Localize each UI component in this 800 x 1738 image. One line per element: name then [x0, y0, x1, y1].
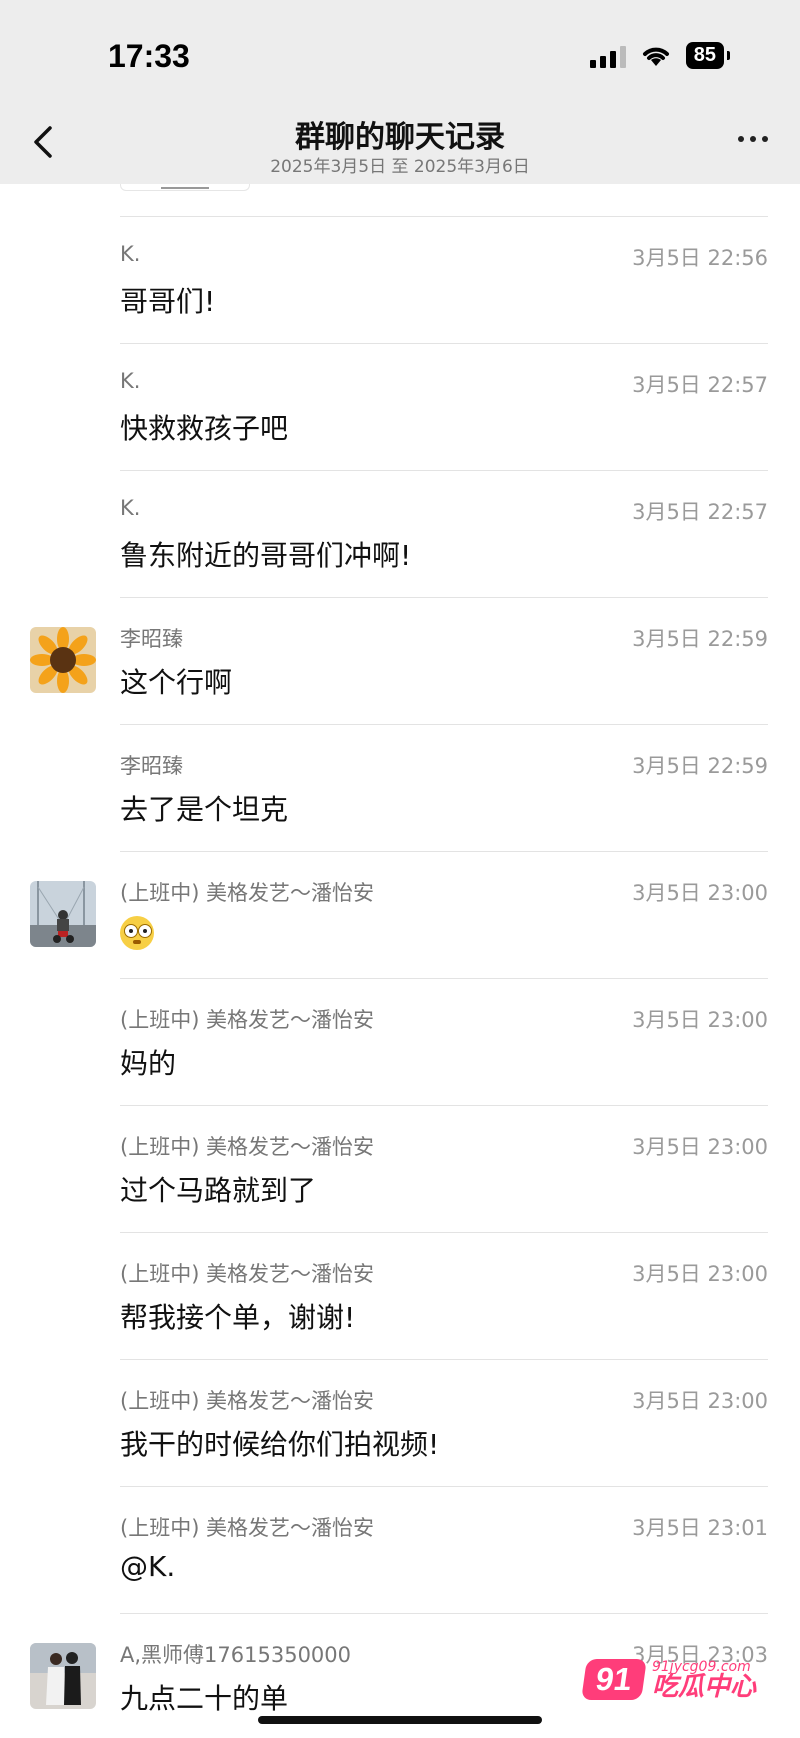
divider: [120, 724, 768, 725]
message-time: 3月5日 22:59: [632, 627, 768, 651]
message-text[interactable]: @K.: [120, 1550, 175, 1583]
message-item[interactable]: (上班中) 美格发艺～潘怡安 3月5日 23:00 我干的时候给你们拍视频!: [0, 1359, 800, 1486]
divider: [120, 1105, 768, 1106]
divider: [120, 216, 768, 217]
message-item[interactable]: K. 3月5日 22:56 哥哥们!: [0, 216, 800, 343]
message-time: 3月5日 22:57: [632, 500, 768, 524]
message-time: 3月5日 23:00: [632, 1262, 768, 1286]
message-text: 帮我接个单，谢谢!: [120, 1301, 356, 1334]
message-item[interactable]: (上班中) 美格发艺～潘怡安 3月5日 23:00 妈的: [0, 978, 800, 1105]
divider: [120, 343, 768, 344]
message-emoji: [120, 915, 154, 950]
message-sender: (上班中) 美格发艺～潘怡安: [120, 1389, 375, 1413]
divider: [120, 1359, 768, 1360]
battery-icon: 85: [685, 42, 731, 69]
flushed-face-icon: [120, 916, 154, 950]
message-text: 我干的时候给你们拍视频!: [120, 1428, 440, 1461]
divider: [120, 1232, 768, 1233]
message-time: 3月5日 22:56: [632, 246, 768, 270]
message-item[interactable]: K. 3月5日 22:57 快救救孩子吧: [0, 343, 800, 470]
watermark-name: 吃瓜中心: [651, 1671, 756, 1702]
status-bar: 17:33 85: [0, 0, 800, 100]
watermark-logo: 91 91jycg09.com 吃瓜中心: [581, 1659, 756, 1702]
message-text: 妈的: [120, 1047, 177, 1080]
divider: [120, 597, 768, 598]
message-item[interactable]: K. 3月5日 22:57 鲁东附近的哥哥们冲啊!: [0, 470, 800, 597]
message-sender: A,黑师傅17615350000: [120, 1643, 352, 1667]
cellular-signal-icon: [589, 44, 626, 68]
previous-message-fragment: [120, 184, 250, 191]
wifi-icon: [642, 47, 669, 66]
home-indicator[interactable]: [258, 1716, 542, 1724]
message-time: 3月5日 22:57: [632, 373, 768, 397]
message-time: 3月5日 23:00: [632, 881, 768, 905]
message-item[interactable]: (上班中) 美格发艺～潘怡安 3月5日 23:01 @K.: [0, 1486, 800, 1613]
divider: [120, 851, 768, 852]
status-time: 17:33: [108, 38, 190, 74]
message-sender: 李昭臻: [120, 627, 183, 651]
message-item[interactable]: 李昭臻 3月5日 22:59 去了是个坦克: [0, 724, 800, 851]
message-sender: (上班中) 美格发艺～潘怡安: [120, 1516, 375, 1540]
message-text: 过个马路就到了: [120, 1174, 317, 1207]
divider: [120, 1486, 768, 1487]
message-sender: 李昭臻: [120, 754, 183, 778]
message-time: 3月5日 23:00: [632, 1008, 768, 1032]
status-icons: 85: [589, 42, 731, 69]
message-text: 去了是个坦克: [120, 793, 289, 826]
message-text: 鲁东附近的哥哥们冲啊!: [120, 539, 412, 572]
message-item[interactable]: (上班中) 美格发艺～潘怡安 3月5日 23:00 过个马路就到了: [0, 1105, 800, 1232]
message-time: 3月5日 23:00: [632, 1135, 768, 1159]
divider: [120, 978, 768, 979]
message-text: 这个行啊: [120, 666, 233, 699]
message-sender: K.: [120, 242, 141, 266]
message-text: 哥哥们!: [120, 285, 216, 318]
divider: [120, 470, 768, 471]
page-title: 群聊的聊天记录: [295, 120, 505, 155]
avatar-couple[interactable]: [30, 1643, 96, 1709]
avatar-bridge-motorbike[interactable]: [30, 881, 96, 947]
date-range-subtitle: 2025年3月5日 至 2025年3月6日: [270, 157, 530, 177]
message-item[interactable]: 李昭臻 3月5日 22:59 这个行啊: [0, 597, 800, 724]
message-text: 九点二十的单: [120, 1682, 289, 1715]
message-time: 3月5日 23:01: [632, 1516, 768, 1540]
avatar-sunflower[interactable]: [30, 627, 96, 693]
message-sender: (上班中) 美格发艺～潘怡安: [120, 1262, 375, 1286]
message-time: 3月5日 23:00: [632, 1389, 768, 1413]
message-sender: (上班中) 美格发艺～潘怡安: [120, 881, 375, 905]
message-item[interactable]: (上班中) 美格发艺～潘怡安 3月5日 23:00: [0, 851, 800, 978]
message-sender: (上班中) 美格发艺～潘怡安: [120, 1135, 375, 1159]
message-item[interactable]: (上班中) 美格发艺～潘怡安 3月5日 23:00 帮我接个单，谢谢!: [0, 1232, 800, 1359]
message-time: 3月5日 22:59: [632, 754, 768, 778]
message-sender: (上班中) 美格发艺～潘怡安: [120, 1008, 375, 1032]
chat-history-list[interactable]: K. 3月5日 22:56 哥哥们! K. 3月5日 22:57 快救救孩子吧 …: [0, 184, 800, 1738]
divider: [120, 1613, 768, 1614]
message-sender: K.: [120, 496, 141, 520]
nav-bar: 群聊的聊天记录 2025年3月5日 至 2025年3月6日: [0, 100, 800, 184]
watermark-badge: 91: [581, 1659, 647, 1700]
more-options-icon[interactable]: [738, 136, 768, 142]
message-sender: K.: [120, 369, 141, 393]
message-text: 快救救孩子吧: [120, 412, 289, 445]
